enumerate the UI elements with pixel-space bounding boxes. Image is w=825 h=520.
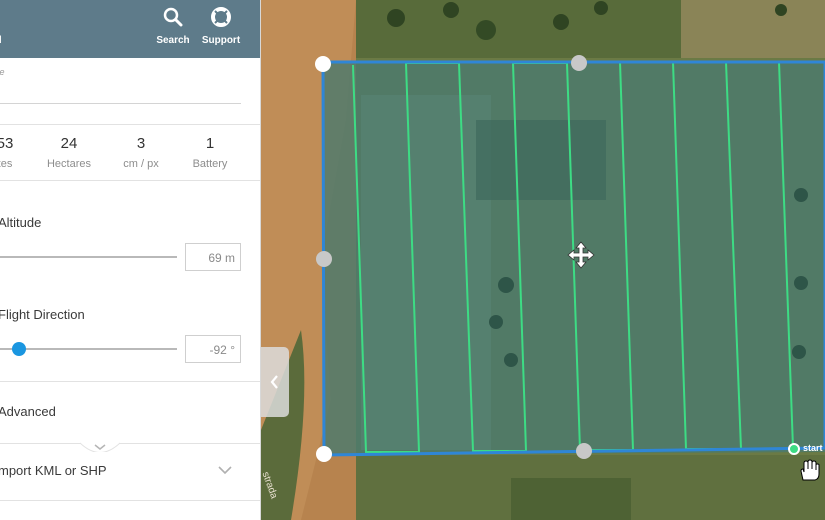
search-button[interactable]: Search	[153, 6, 193, 46]
stat-value: 24	[60, 135, 78, 152]
tree	[504, 353, 518, 367]
tree	[553, 14, 569, 30]
divider	[0, 124, 260, 125]
collapse-panel-button[interactable]	[261, 347, 289, 417]
midpoint-handle[interactable]	[576, 443, 592, 459]
stat-resolution: 3 cm / px	[106, 135, 176, 170]
altitude-slider[interactable]	[0, 256, 177, 258]
expand-notch-icon[interactable]	[80, 432, 120, 452]
advanced-toggle[interactable]: Advanced	[0, 404, 56, 419]
tree	[498, 277, 514, 293]
stat-battery: 1 Battery	[175, 135, 245, 170]
tree	[792, 345, 806, 359]
chevron-down-icon[interactable]	[217, 462, 233, 478]
tree	[443, 2, 459, 18]
midpoint-handle[interactable]	[571, 55, 587, 71]
stat-unit: Hectares	[46, 158, 92, 170]
divider	[0, 381, 260, 382]
support-label: Support	[201, 35, 241, 46]
dashboard-button[interactable]: ard	[0, 35, 2, 46]
start-label: start	[803, 443, 823, 453]
chevron-left-icon	[270, 375, 278, 389]
tree	[489, 315, 503, 329]
tree	[775, 4, 787, 16]
divider	[0, 443, 260, 444]
mission-panel: ard me 53 tes 24 Hectares 3 cm / px 1 Ba…	[0, 0, 261, 520]
tree	[794, 276, 808, 290]
tree	[794, 188, 808, 202]
corner-handle[interactable]	[315, 56, 331, 72]
import-kml-shp-toggle[interactable]: mport KML or SHP	[0, 463, 107, 478]
start-marker	[788, 443, 800, 455]
lifebuoy-icon	[211, 7, 231, 27]
field-northeast	[681, 0, 825, 58]
tree	[476, 20, 496, 40]
flight-direction-label: Flight Direction	[0, 307, 85, 322]
flight-direction-slider-thumb[interactable]	[12, 342, 26, 356]
tree	[594, 1, 608, 15]
divider	[0, 500, 260, 501]
stat-hectares: 24 Hectares	[34, 135, 104, 170]
stat-value: 3	[136, 135, 146, 152]
altitude-input[interactable]: 69 m	[185, 243, 241, 271]
flight-direction-slider[interactable]	[0, 348, 177, 350]
map-canvas: strada	[261, 0, 825, 520]
name-field-label: me	[0, 67, 5, 77]
corner-handle[interactable]	[316, 446, 332, 462]
flight-direction-input[interactable]: -92 °	[185, 335, 241, 363]
search-label: Search	[156, 35, 190, 46]
search-icon	[163, 7, 183, 27]
orchard-south	[511, 478, 631, 520]
stat-unit: cm / px	[123, 158, 159, 170]
divider	[0, 180, 260, 181]
satellite-map[interactable]: strada	[261, 0, 825, 520]
stat-value: 1	[205, 135, 215, 152]
altitude-label: Altitude	[0, 215, 42, 230]
support-button[interactable]: Support	[199, 6, 243, 46]
stat-unit: Battery	[192, 158, 228, 170]
name-field[interactable]	[0, 103, 241, 104]
farmstead	[476, 120, 606, 200]
midpoint-handle[interactable]	[316, 251, 332, 267]
tree	[387, 9, 405, 27]
hand-cursor-icon	[800, 459, 820, 481]
